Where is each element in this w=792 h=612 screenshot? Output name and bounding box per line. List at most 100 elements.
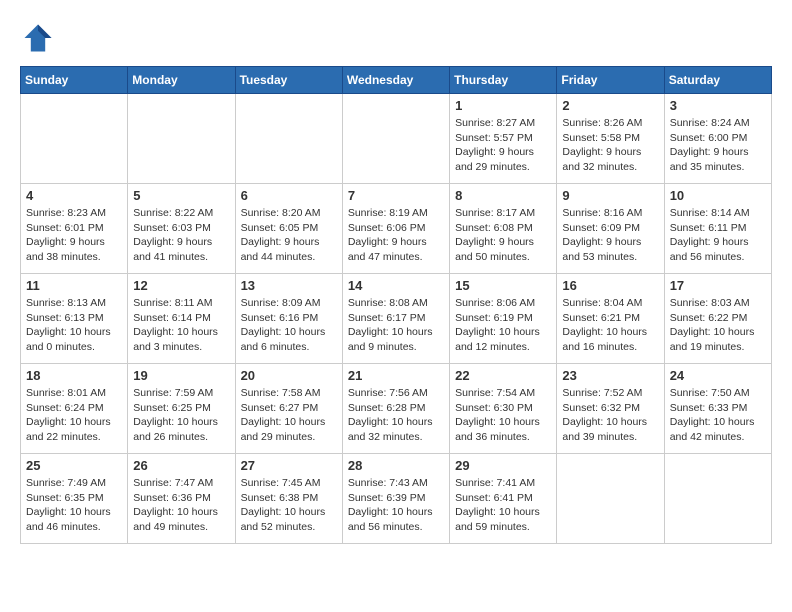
day-info: Sunrise: 8:13 AM Sunset: 6:13 PM Dayligh… [26, 296, 122, 355]
calendar-cell: 26 Sunrise: 7:47 AM Sunset: 6:36 PM Dayli… [128, 454, 235, 544]
day-info: Sunrise: 8:22 AM Sunset: 6:03 PM Dayligh… [133, 206, 229, 265]
day-info: Sunrise: 8:26 AM Sunset: 5:58 PM Dayligh… [562, 116, 658, 175]
day-number: 20 [241, 368, 337, 383]
day-number: 14 [348, 278, 444, 293]
day-number: 27 [241, 458, 337, 473]
calendar-cell [664, 454, 771, 544]
calendar-cell: 10 Sunrise: 8:14 AM Sunset: 6:11 PM Dayli… [664, 184, 771, 274]
day-number: 3 [670, 98, 766, 113]
calendar-body: 1 Sunrise: 8:27 AM Sunset: 5:57 PM Daylig… [21, 94, 772, 544]
calendar-cell: 4 Sunrise: 8:23 AM Sunset: 6:01 PM Daylig… [21, 184, 128, 274]
day-info: Sunrise: 8:06 AM Sunset: 6:19 PM Dayligh… [455, 296, 551, 355]
day-number: 4 [26, 188, 122, 203]
col-thursday: Thursday [450, 67, 557, 94]
day-info: Sunrise: 7:58 AM Sunset: 6:27 PM Dayligh… [241, 386, 337, 445]
calendar-cell: 15 Sunrise: 8:06 AM Sunset: 6:19 PM Dayli… [450, 274, 557, 364]
day-info: Sunrise: 7:47 AM Sunset: 6:36 PM Dayligh… [133, 476, 229, 535]
week-row: 4 Sunrise: 8:23 AM Sunset: 6:01 PM Daylig… [21, 184, 772, 274]
day-number: 28 [348, 458, 444, 473]
calendar-cell: 23 Sunrise: 7:52 AM Sunset: 6:32 PM Dayli… [557, 364, 664, 454]
calendar-cell: 5 Sunrise: 8:22 AM Sunset: 6:03 PM Daylig… [128, 184, 235, 274]
day-info: Sunrise: 8:20 AM Sunset: 6:05 PM Dayligh… [241, 206, 337, 265]
day-number: 26 [133, 458, 229, 473]
col-tuesday: Tuesday [235, 67, 342, 94]
logo [20, 20, 62, 56]
day-info: Sunrise: 8:16 AM Sunset: 6:09 PM Dayligh… [562, 206, 658, 265]
col-friday: Friday [557, 67, 664, 94]
day-number: 6 [241, 188, 337, 203]
day-number: 10 [670, 188, 766, 203]
day-info: Sunrise: 7:41 AM Sunset: 6:41 PM Dayligh… [455, 476, 551, 535]
calendar-cell [342, 94, 449, 184]
col-wednesday: Wednesday [342, 67, 449, 94]
day-number: 11 [26, 278, 122, 293]
day-info: Sunrise: 8:14 AM Sunset: 6:11 PM Dayligh… [670, 206, 766, 265]
day-info: Sunrise: 8:23 AM Sunset: 6:01 PM Dayligh… [26, 206, 122, 265]
day-number: 19 [133, 368, 229, 383]
day-number: 24 [670, 368, 766, 383]
day-number: 7 [348, 188, 444, 203]
calendar-cell [235, 94, 342, 184]
day-info: Sunrise: 8:17 AM Sunset: 6:08 PM Dayligh… [455, 206, 551, 265]
week-row: 25Sunrise: 7:49 AM Sunset: 6:35 PM Dayli… [21, 454, 772, 544]
day-number: 5 [133, 188, 229, 203]
day-number: 2 [562, 98, 658, 113]
calendar-cell: 3 Sunrise: 8:24 AM Sunset: 6:00 PM Daylig… [664, 94, 771, 184]
calendar-cell: 28 Sunrise: 7:43 AM Sunset: 6:39 PM Dayli… [342, 454, 449, 544]
calendar-header: Sunday Monday Tuesday Wednesday Thursday… [21, 67, 772, 94]
week-row: 1 Sunrise: 8:27 AM Sunset: 5:57 PM Daylig… [21, 94, 772, 184]
day-number: 22 [455, 368, 551, 383]
page-header [20, 20, 772, 56]
day-info: Sunrise: 7:52 AM Sunset: 6:32 PM Dayligh… [562, 386, 658, 445]
calendar-cell: 12 Sunrise: 8:11 AM Sunset: 6:14 PM Dayli… [128, 274, 235, 364]
calendar-cell [557, 454, 664, 544]
day-info: Sunrise: 8:08 AM Sunset: 6:17 PM Dayligh… [348, 296, 444, 355]
calendar-cell: 25Sunrise: 7:49 AM Sunset: 6:35 PM Dayli… [21, 454, 128, 544]
col-sunday: Sunday [21, 67, 128, 94]
calendar-cell: 8 Sunrise: 8:17 AM Sunset: 6:08 PM Daylig… [450, 184, 557, 274]
day-number: 1 [455, 98, 551, 113]
day-info: Sunrise: 8:09 AM Sunset: 6:16 PM Dayligh… [241, 296, 337, 355]
day-info: Sunrise: 7:56 AM Sunset: 6:28 PM Dayligh… [348, 386, 444, 445]
calendar-cell: 22 Sunrise: 7:54 AM Sunset: 6:30 PM Dayli… [450, 364, 557, 454]
day-number: 18 [26, 368, 122, 383]
calendar-cell: 6 Sunrise: 8:20 AM Sunset: 6:05 PM Daylig… [235, 184, 342, 274]
day-number: 16 [562, 278, 658, 293]
calendar-cell [128, 94, 235, 184]
day-info: Sunrise: 8:11 AM Sunset: 6:14 PM Dayligh… [133, 296, 229, 355]
week-row: 11 Sunrise: 8:13 AM Sunset: 6:13 PM Dayli… [21, 274, 772, 364]
day-number: 12 [133, 278, 229, 293]
calendar-cell: 18 Sunrise: 8:01 AM Sunset: 6:24 PM Dayli… [21, 364, 128, 454]
calendar-cell: 13 Sunrise: 8:09 AM Sunset: 6:16 PM Dayli… [235, 274, 342, 364]
day-number: 13 [241, 278, 337, 293]
calendar-cell: 24Sunrise: 7:50 AM Sunset: 6:33 PM Dayli… [664, 364, 771, 454]
calendar-table: Sunday Monday Tuesday Wednesday Thursday… [20, 66, 772, 544]
calendar-cell: 7 Sunrise: 8:19 AM Sunset: 6:06 PM Daylig… [342, 184, 449, 274]
col-saturday: Saturday [664, 67, 771, 94]
day-info: Sunrise: 8:19 AM Sunset: 6:06 PM Dayligh… [348, 206, 444, 265]
calendar-cell: 14 Sunrise: 8:08 AM Sunset: 6:17 PM Dayli… [342, 274, 449, 364]
day-number: 9 [562, 188, 658, 203]
calendar-cell: 9 Sunrise: 8:16 AM Sunset: 6:09 PM Daylig… [557, 184, 664, 274]
day-info: Sunrise: 8:01 AM Sunset: 6:24 PM Dayligh… [26, 386, 122, 445]
calendar-cell: 16Sunrise: 8:04 AM Sunset: 6:21 PM Dayli… [557, 274, 664, 364]
logo-icon [20, 20, 56, 56]
calendar-cell: 27 Sunrise: 7:45 AM Sunset: 6:38 PM Dayli… [235, 454, 342, 544]
day-info: Sunrise: 8:27 AM Sunset: 5:57 PM Dayligh… [455, 116, 551, 175]
day-info: Sunrise: 7:54 AM Sunset: 6:30 PM Dayligh… [455, 386, 551, 445]
day-info: Sunrise: 7:43 AM Sunset: 6:39 PM Dayligh… [348, 476, 444, 535]
day-info: Sunrise: 7:45 AM Sunset: 6:38 PM Dayligh… [241, 476, 337, 535]
day-number: 8 [455, 188, 551, 203]
day-info: Sunrise: 7:49 AM Sunset: 6:35 PM Dayligh… [26, 476, 122, 535]
header-row: Sunday Monday Tuesday Wednesday Thursday… [21, 67, 772, 94]
day-number: 15 [455, 278, 551, 293]
col-monday: Monday [128, 67, 235, 94]
day-info: Sunrise: 8:24 AM Sunset: 6:00 PM Dayligh… [670, 116, 766, 175]
calendar-cell: 19 Sunrise: 7:59 AM Sunset: 6:25 PM Dayli… [128, 364, 235, 454]
day-info: Sunrise: 7:59 AM Sunset: 6:25 PM Dayligh… [133, 386, 229, 445]
calendar-cell: 17Sunrise: 8:03 AM Sunset: 6:22 PM Dayli… [664, 274, 771, 364]
calendar-cell: 29Sunrise: 7:41 AM Sunset: 6:41 PM Dayli… [450, 454, 557, 544]
calendar-cell: 2 Sunrise: 8:26 AM Sunset: 5:58 PM Daylig… [557, 94, 664, 184]
day-number: 23 [562, 368, 658, 383]
calendar-cell: 21Sunrise: 7:56 AM Sunset: 6:28 PM Dayli… [342, 364, 449, 454]
